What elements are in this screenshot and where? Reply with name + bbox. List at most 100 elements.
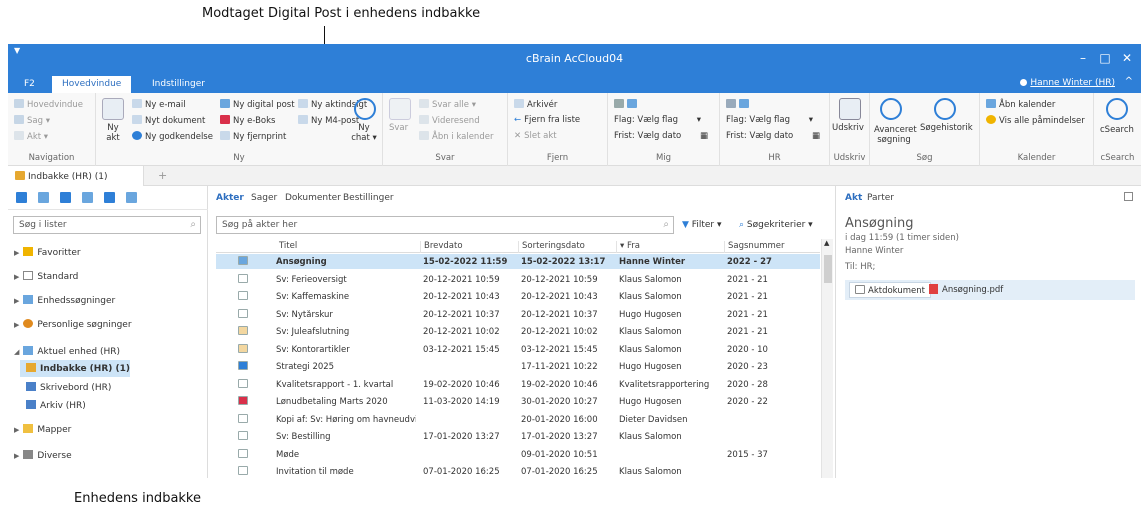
cell-letter-date: 17-01-2020 13:27 bbox=[423, 432, 500, 442]
tree-favorites[interactable]: ▶ Favoritter bbox=[14, 247, 81, 258]
table-row[interactable]: Kopi af: Sv: Høring om havneudvid... 20-0… bbox=[216, 412, 820, 427]
case-button[interactable]: Sag ▾ bbox=[14, 115, 50, 126]
maximize-button[interactable]: □ bbox=[1097, 51, 1113, 65]
print-button[interactable]: Udskriv bbox=[832, 123, 864, 133]
acts-search-input[interactable]: Søg på akter her ⌕ bbox=[216, 216, 674, 234]
col-title[interactable]: Titel bbox=[276, 241, 297, 253]
search-history-button[interactable]: Søgehistorik bbox=[920, 123, 973, 133]
add-tab-button[interactable]: + bbox=[158, 169, 167, 182]
col-from[interactable]: ▾ Fra bbox=[616, 241, 724, 253]
main-window-button[interactable]: Hovedvindue bbox=[14, 99, 83, 110]
new-remote-print-button[interactable]: Ny fjernprint bbox=[220, 131, 286, 142]
new-eboks-button[interactable]: Ny e-Boks bbox=[220, 115, 275, 126]
new-email-button[interactable]: Ny e-mail bbox=[132, 99, 186, 110]
table-row[interactable]: Møde 09-01-2020 10:51 2015 - 37 bbox=[216, 447, 820, 462]
table-row[interactable]: Strategi 2025 17-11-2021 10:22 Hugo Hugose… bbox=[216, 359, 820, 374]
filter-button[interactable]: ▼ Filter ▾ bbox=[682, 220, 721, 230]
tree-unit-searches[interactable]: ▶ Enhedssøgninger bbox=[14, 295, 115, 306]
table-row[interactable]: Sv: Kaffemaskine 20-12-2021 10:43 20-12-20… bbox=[216, 289, 820, 304]
tree-standard[interactable]: ▶ Standard bbox=[14, 271, 78, 282]
csearch-button[interactable]: cSearch bbox=[1100, 125, 1134, 135]
cell-sort-date: 07-01-2020 16:25 bbox=[521, 467, 598, 477]
advanced-search-button[interactable]: Avanceret søgning bbox=[874, 125, 917, 145]
table-row[interactable]: Sv: Bestilling 17-01-2020 13:27 17-01-2020… bbox=[216, 429, 820, 444]
table-row[interactable]: Sv: Ferieoversigt 20-12-2021 10:59 20-12-2… bbox=[216, 272, 820, 287]
attachment-pdf-link[interactable]: Ansøgning.pdf bbox=[929, 284, 1003, 295]
akt-document-button[interactable]: Aktdokument bbox=[849, 282, 931, 298]
tree-folders[interactable]: ▶ Mapper bbox=[14, 424, 71, 435]
new-chat-button[interactable]: Ny chat ▾ bbox=[350, 123, 378, 143]
tab-orders[interactable]: Bestillinger bbox=[343, 193, 394, 203]
table-row[interactable]: Sv: Nytårskur 20-12-2021 10:37 20-12-2021 … bbox=[216, 307, 820, 322]
mail-icon bbox=[238, 326, 248, 335]
archive-button[interactable]: Arkivér bbox=[514, 99, 557, 110]
table-row[interactable]: Ansøgning 15-02-2022 11:59 15-02-2022 13:1… bbox=[216, 254, 820, 269]
new-digital-post-button[interactable]: Ny digital post bbox=[220, 99, 295, 110]
cell-sort-date: 20-12-2021 10:59 bbox=[521, 274, 598, 285]
cell-from: Kvalitetsrapportering bbox=[619, 379, 710, 390]
tab-settings[interactable]: Indstillinger bbox=[142, 76, 215, 93]
settings-list-icon[interactable] bbox=[126, 192, 137, 203]
cell-letter-date: 15-02-2022 11:59 bbox=[423, 257, 508, 267]
remove-from-list-button[interactable]: ← Fjern fra liste bbox=[514, 115, 580, 125]
col-letter-date[interactable]: Brevdato bbox=[420, 241, 518, 253]
open-calendar-button[interactable]: Åbn kalender bbox=[986, 99, 1055, 110]
new-act-button[interactable]: Ny akt bbox=[100, 123, 126, 143]
open-in-calendar-button[interactable]: Åbn i kalender bbox=[419, 131, 493, 142]
list-search-input[interactable]: Søg i lister ⌕ bbox=[13, 216, 201, 234]
tree-inbox-hr[interactable]: Indbakke (HR) (1) bbox=[20, 360, 130, 377]
table-row[interactable]: Kvalitetsrapport - 1. kvartal 19-02-2020 … bbox=[216, 377, 820, 392]
new-approval-button[interactable]: Ny godkendelse bbox=[132, 131, 213, 142]
arrow-left-icon: ← bbox=[514, 115, 522, 125]
search-criteria-button[interactable]: ⌕ Søgekriterier ▾ bbox=[739, 220, 813, 230]
new-list-icon[interactable] bbox=[16, 192, 27, 203]
popout-icon[interactable] bbox=[1124, 192, 1133, 201]
reply-all-button[interactable]: Svar alle ▾ bbox=[419, 99, 476, 110]
act-button[interactable]: Akt ▾ bbox=[14, 131, 48, 142]
new-document-button[interactable]: Nyt dokument bbox=[132, 115, 205, 126]
me-flag-field[interactable]: Flag: Vælg flag ▾ bbox=[614, 115, 701, 125]
tab-documents[interactable]: Dokumenter bbox=[285, 193, 341, 203]
scroll-thumb[interactable] bbox=[824, 255, 832, 283]
cell-title: Møde bbox=[276, 449, 300, 460]
tree-personal-searches[interactable]: ▶ Personlige søgninger bbox=[14, 319, 132, 330]
tree-current-unit[interactable]: ◢ Aktuel enhed (HR) bbox=[14, 346, 120, 357]
table-row[interactable]: Sv: Kontorartikler 03-12-2021 15:45 03-12-… bbox=[216, 342, 820, 357]
scroll-up-icon[interactable]: ▲ bbox=[824, 239, 829, 247]
reply-button[interactable]: Svar bbox=[389, 123, 408, 133]
table-row[interactable]: Sv: Juleafslutning 20-12-2021 10:02 20-12-… bbox=[216, 324, 820, 339]
table-row[interactable]: Invitation til møde 07-01-2020 16:25 07-01… bbox=[216, 464, 820, 478]
tab-main-window[interactable]: Hovedvindue bbox=[52, 76, 132, 93]
delete-act-button[interactable]: ✕ Slet akt bbox=[514, 131, 557, 141]
cell-letter-date: 03-12-2021 15:45 bbox=[423, 344, 500, 355]
hr-flag-field[interactable]: Flag: Vælg flag ▾ bbox=[726, 115, 813, 125]
vertical-scrollbar[interactable]: ▲ bbox=[821, 239, 833, 478]
hr-deadline-field[interactable]: Frist: Vælg dato ▦ bbox=[726, 131, 820, 141]
close-button[interactable]: ✕ bbox=[1119, 51, 1135, 65]
cell-title: Sv: Kontorartikler bbox=[276, 344, 350, 355]
col-sort-date[interactable]: Sorteringsdato bbox=[518, 241, 616, 253]
grid-view-icon[interactable] bbox=[82, 192, 93, 203]
tab-inbox-hr[interactable]: Indbakke (HR) (1) bbox=[8, 166, 144, 186]
collapse-ribbon-icon[interactable]: ^ bbox=[1125, 76, 1133, 87]
col-case-number[interactable]: Sagsnummer bbox=[724, 241, 814, 253]
window-title: cBrain AcCloud04 bbox=[525, 52, 624, 65]
me-deadline-field[interactable]: Frist: Vælg dato ▦ bbox=[614, 131, 708, 141]
tab-acts[interactable]: Akter bbox=[216, 193, 244, 203]
tab-cases[interactable]: Sager bbox=[251, 193, 277, 203]
tree-desk-hr[interactable]: Skrivebord (HR) bbox=[26, 382, 111, 393]
tab-parties[interactable]: Parter bbox=[867, 193, 894, 203]
share-icon[interactable] bbox=[104, 192, 115, 203]
list-view-icon[interactable] bbox=[60, 192, 71, 203]
show-reminders-button[interactable]: Vis alle påmindelser bbox=[986, 115, 1085, 126]
tree-misc[interactable]: ▶ Diverse bbox=[14, 450, 72, 461]
filter-list-icon[interactable] bbox=[38, 192, 49, 203]
tab-f2[interactable]: F2 bbox=[14, 76, 45, 93]
table-row[interactable]: Lønudbetaling Marts 2020 11-03-2020 14:19… bbox=[216, 394, 820, 409]
user-link[interactable]: Hanne Winter (HR) bbox=[1020, 78, 1115, 88]
forward-button[interactable]: Videresend bbox=[419, 115, 480, 126]
tab-act[interactable]: Akt bbox=[845, 193, 862, 203]
calendar-icon: ▦ bbox=[811, 131, 820, 141]
minimize-button[interactable]: – bbox=[1075, 51, 1091, 65]
tree-archive-hr[interactable]: Arkiv (HR) bbox=[26, 400, 86, 411]
